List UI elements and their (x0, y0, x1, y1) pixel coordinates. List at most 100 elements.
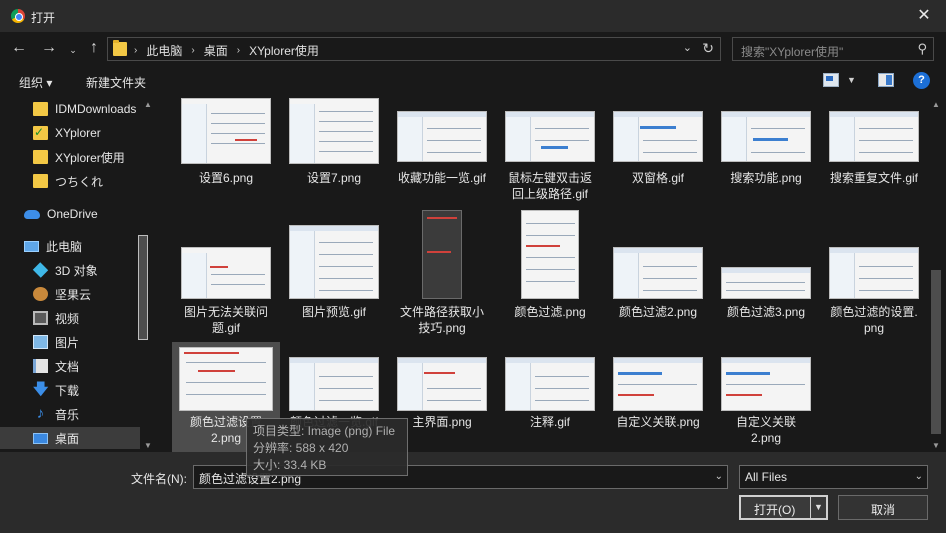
folder-icon (33, 174, 48, 188)
address-history-chevron-icon[interactable]: ⌄ (683, 41, 692, 54)
tooltip-size: 大小: 33.4 KB (253, 458, 327, 472)
file-thumbnail (289, 225, 379, 299)
search-box[interactable]: 搜索"XYplorer使用" ⚲ (732, 37, 934, 61)
folder-icon (33, 102, 48, 116)
folder-icon (33, 150, 48, 164)
sidebar-item-3d-objects[interactable]: 3D 对象 (0, 259, 140, 281)
file-thumbnail (721, 357, 811, 411)
file-name: 颜色过滤.png (514, 305, 586, 319)
sidebar-item-tsuchikure[interactable]: つちくれ (0, 170, 140, 192)
back-arrow-icon[interactable]: ← (8, 38, 30, 58)
desktop-icon (33, 432, 48, 444)
sidebar-item-videos[interactable]: 视频 (0, 307, 140, 329)
sidebar-item-downloads[interactable]: 🡇 下载 (0, 379, 140, 401)
file-tile[interactable]: 鼠标左键双击返 回上级路径.gif (496, 98, 604, 201)
cloud-icon (24, 209, 40, 219)
scroll-down-arrow-icon[interactable]: ▼ (144, 441, 152, 450)
new-folder-button[interactable]: 新建文件夹 (86, 74, 146, 91)
file-tile[interactable]: 双窗格.gif (604, 98, 712, 190)
file-name-line2: png (863, 321, 885, 335)
breadcrumb-item-desktop[interactable]: 桌面 (204, 42, 228, 59)
file-list: 设置6.png 设置7.png 收藏功能一览.gif 鼠标左键双击返 回上级路径… (160, 98, 928, 452)
file-thumbnail (829, 111, 919, 162)
address-bar[interactable]: › 此电脑 › 桌面 › XYplorer使用 ⌄ ↻ (107, 37, 721, 61)
file-name-line2: 题.gif (211, 321, 240, 335)
forward-arrow-icon[interactable]: → (38, 38, 60, 58)
refresh-icon[interactable]: ↻ (702, 40, 714, 57)
recent-locations-chevron-icon[interactable]: ⌄ (62, 40, 84, 60)
title-bar: 打开 ✕ (0, 0, 946, 32)
breadcrumb-separator-icon: › (134, 45, 138, 56)
file-tile[interactable]: 设置7.png (280, 98, 388, 190)
cancel-button[interactable]: 取消 (838, 495, 928, 520)
view-options-chevron-icon[interactable]: ▼ (847, 75, 856, 85)
open-options-chevron-icon[interactable]: ▼ (814, 502, 823, 512)
sidebar-item-idmdownloads[interactable]: IDMDownloads (0, 98, 140, 120)
file-tile[interactable]: 图片预览.gif (280, 210, 388, 320)
file-tile[interactable]: 注释.gif (496, 342, 604, 434)
sidebar-item-xyplorer-usage[interactable]: XYplorer使用 (0, 146, 140, 168)
file-tile[interactable]: 自定义关联.png (604, 342, 712, 434)
help-icon[interactable]: ? (913, 72, 930, 89)
file-thumbnail (397, 357, 487, 411)
sidebar-item-this-pc[interactable]: 此电脑 (0, 235, 140, 257)
file-tile[interactable]: 图片无法关联问 题.gif (172, 210, 280, 335)
file-name: 图片预览.gif (301, 305, 366, 319)
sidebar-item-jianguoyun[interactable]: 坚果云 (0, 283, 140, 305)
file-thumbnail (721, 267, 811, 299)
file-type-value: All Files (745, 470, 788, 484)
sidebar-scrollbar[interactable]: ▲ ▼ (138, 98, 157, 452)
file-tile[interactable]: 文件路径获取小 技巧.png (388, 210, 496, 335)
open-button[interactable]: 打开(O) ▼ (739, 495, 828, 520)
sidebar-item-xyplorer[interactable]: XYplorer (0, 122, 140, 144)
file-thumbnail (422, 210, 462, 299)
close-window-button[interactable]: ✕ (902, 0, 946, 32)
breadcrumb-item-this-pc[interactable]: 此电脑 (146, 42, 182, 59)
file-type-select[interactable]: All Files ⌄ (739, 465, 928, 489)
file-name-line2: 2.png (750, 431, 782, 445)
scroll-up-arrow-icon[interactable]: ▲ (932, 100, 940, 109)
open-button-divider (810, 497, 811, 518)
scroll-down-arrow-icon[interactable]: ▼ (932, 441, 940, 450)
picture-icon (33, 335, 48, 349)
file-name: 注释.gif (529, 415, 570, 429)
file-info-tooltip: 项目类型: Image (png) File 分辨率: 588 x 420 大小… (246, 418, 408, 476)
change-view-icon[interactable] (823, 73, 839, 87)
file-type-chevron-icon[interactable]: ⌄ (915, 471, 923, 482)
file-tile[interactable]: 颜色过滤的设置. png (820, 210, 928, 335)
file-tile[interactable]: 收藏功能一览.gif (388, 98, 496, 190)
sidebar-item-pictures[interactable]: 图片 (0, 331, 140, 353)
file-list-scrollbar[interactable]: ▲ ▼ (928, 98, 945, 452)
sidebar-item-desktop[interactable]: 桌面 (0, 427, 140, 449)
sidebar-item-documents[interactable]: 文档 (0, 355, 140, 377)
scroll-up-arrow-icon[interactable]: ▲ (144, 100, 152, 109)
file-thumbnail (181, 98, 271, 164)
sidebar-scrollbar-thumb[interactable] (138, 235, 148, 340)
music-icon: ♪ (36, 405, 45, 422)
file-name: 设置6.png (198, 171, 254, 185)
video-icon (33, 311, 48, 325)
file-list-scrollbar-thumb[interactable] (931, 270, 941, 434)
breadcrumb-separator-icon[interactable]: › (237, 45, 240, 56)
file-tile[interactable]: 搜索重复文件.gif (820, 98, 928, 190)
tooltip-type: 项目类型: Image (png) File (253, 424, 396, 438)
breadcrumb: › 此电脑 › 桌面 › XYplorer使用 (134, 42, 319, 59)
file-tile[interactable]: 设置6.png (172, 98, 280, 190)
file-tile[interactable]: 颜色过滤2.png (604, 210, 712, 320)
filename-history-chevron-icon[interactable]: ⌄ (715, 471, 723, 482)
file-thumbnail (181, 247, 271, 299)
up-level-arrow-icon[interactable]: ↑ (83, 38, 105, 58)
breadcrumb-separator-icon[interactable]: › (191, 45, 194, 56)
sidebar-item-music[interactable]: ♪ 音乐 (0, 403, 140, 425)
breadcrumb-item-xyplorer[interactable]: XYplorer使用 (249, 42, 319, 59)
search-icon[interactable]: ⚲ (917, 41, 927, 57)
file-tile[interactable]: 颜色过滤.png (496, 210, 604, 320)
file-tile[interactable]: 颜色过滤3.png (712, 210, 820, 320)
file-tile[interactable]: 搜索功能.png (712, 98, 820, 190)
preview-pane-icon[interactable] (878, 73, 894, 87)
file-tile[interactable]: 自定义关联 2.png (712, 342, 820, 452)
file-name: 双窗格.gif (631, 171, 684, 185)
sidebar-item-onedrive[interactable]: OneDrive (0, 203, 140, 225)
search-input[interactable]: 搜索"XYplorer使用" (741, 43, 843, 60)
organize-menu-button[interactable]: 组织 ▾ (19, 74, 52, 91)
